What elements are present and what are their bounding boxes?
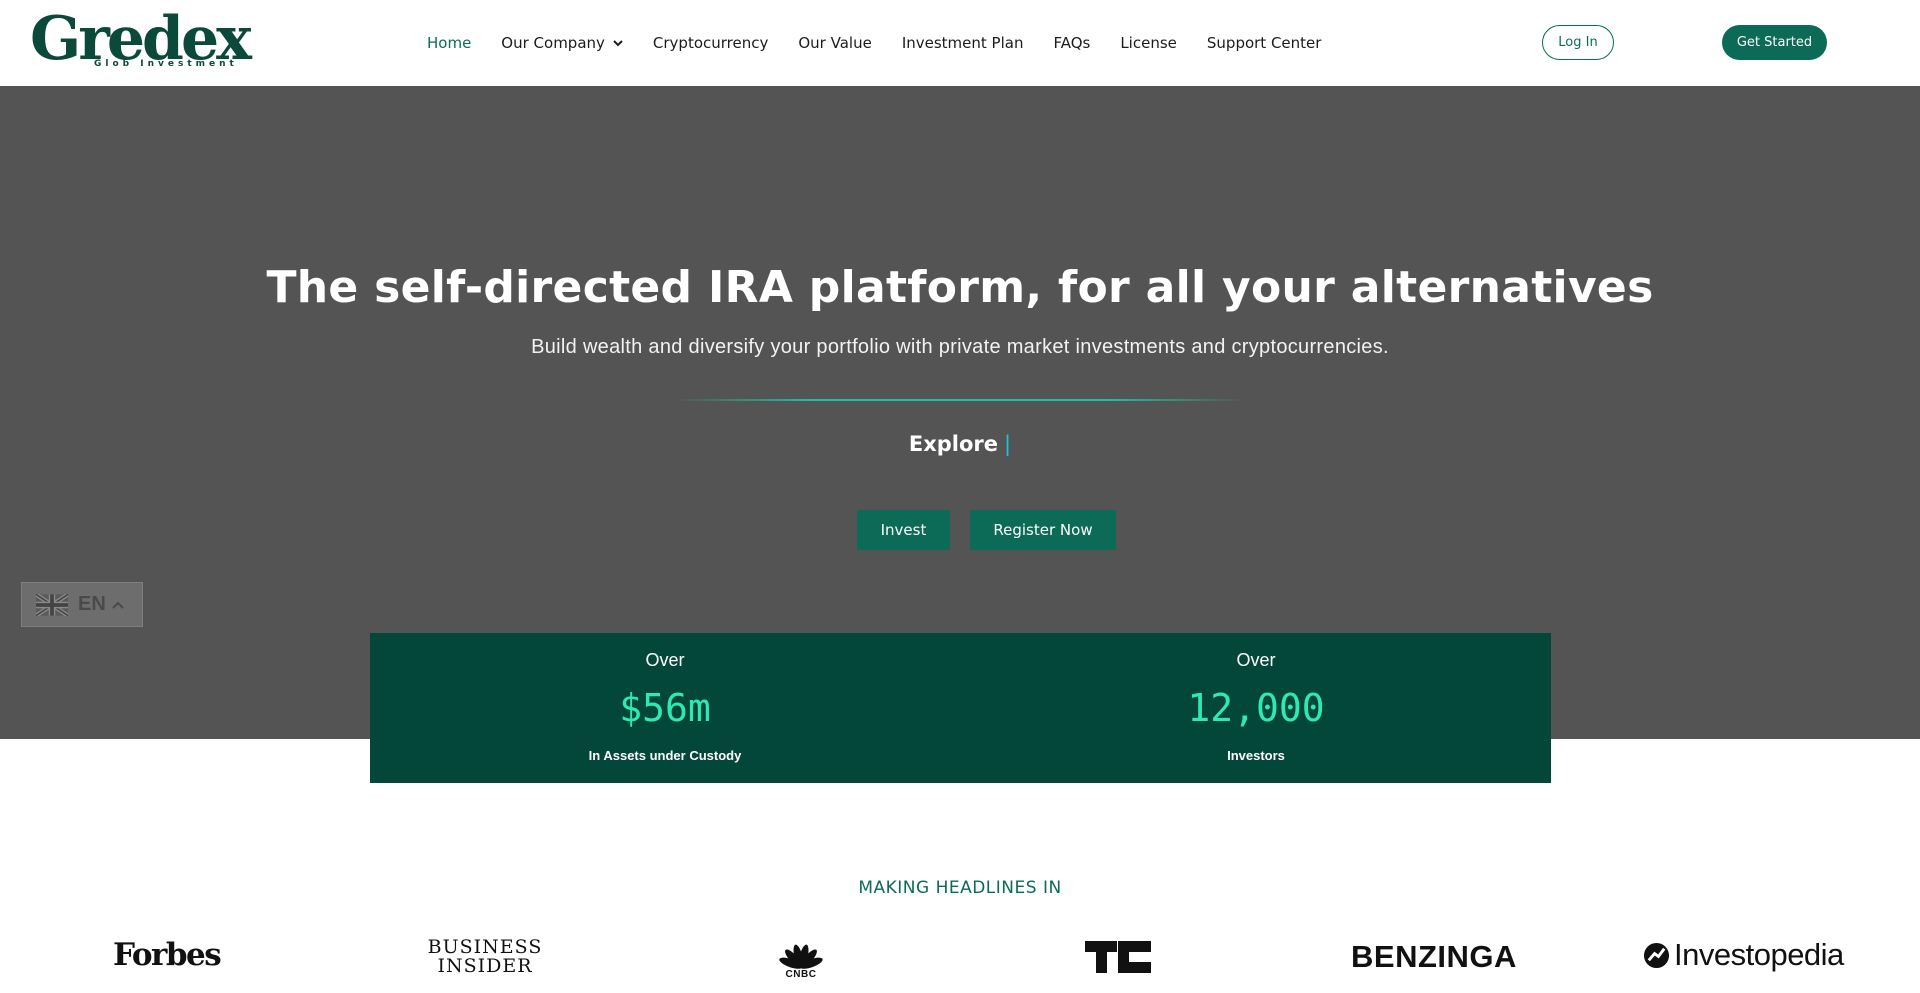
nav-label: Support Center bbox=[1206, 34, 1322, 52]
register-now-button[interactable]: Register Now bbox=[970, 510, 1116, 550]
nav-label: Our Value bbox=[798, 34, 872, 52]
stat-value: 12,000 bbox=[1187, 686, 1325, 730]
headlines-heading: MAKING HEADLINES IN bbox=[858, 878, 1062, 898]
gredex-logo[interactable]: Gredex Glob Investment bbox=[30, 6, 260, 76]
language-code: EN bbox=[78, 593, 106, 615]
explore-label: Explore bbox=[908, 432, 999, 456]
investopedia-wordmark: Investopedia bbox=[1674, 937, 1844, 972]
uk-flag-icon bbox=[36, 593, 68, 616]
stat-prefix: Over bbox=[645, 650, 685, 670]
techcrunch-logo bbox=[1085, 941, 1151, 973]
language-switcher[interactable]: EN bbox=[21, 582, 143, 627]
nav-label: License bbox=[1120, 34, 1177, 52]
stats-panel: Over $56m In Assets under Custody Over 1… bbox=[370, 633, 1551, 783]
forbes-logo: Forbes bbox=[113, 937, 222, 973]
nav-item-home[interactable]: Home bbox=[427, 34, 471, 52]
nav-item-our-company[interactable]: Our Company bbox=[501, 34, 623, 52]
hero-subtitle: Build wealth and diversify your portfoli… bbox=[531, 336, 1389, 358]
business-insider-logo: BUSINESS INSIDER bbox=[425, 938, 545, 976]
stat-label: In Assets under Custody bbox=[588, 748, 742, 763]
nav-label: Home bbox=[427, 34, 472, 52]
stat-label: Investors bbox=[1227, 748, 1285, 763]
get-started-button[interactable]: Get Started bbox=[1722, 25, 1827, 60]
logo-tagline: Glob Investment bbox=[94, 59, 238, 69]
investopedia-logo: Investopedia bbox=[1643, 935, 1844, 975]
explore-typing-text: Explore | bbox=[0, 432, 1920, 456]
nav-item-our-value[interactable]: Our Value bbox=[798, 34, 871, 52]
chevron-up-icon bbox=[112, 601, 124, 609]
invest-button[interactable]: Invest bbox=[857, 510, 950, 550]
press-logos: Forbes BUSINESS INSIDER CNBC BENZINGA In… bbox=[0, 935, 1920, 980]
nav-item-license[interactable]: License bbox=[1120, 34, 1177, 52]
login-button[interactable]: Log In bbox=[1542, 25, 1614, 60]
hero-title: The self-directed IRA platform, for all … bbox=[266, 262, 1654, 313]
nav-label: Investment Plan bbox=[901, 34, 1024, 52]
nav-label: Our Company bbox=[501, 34, 605, 52]
investopedia-icon bbox=[1643, 942, 1670, 968]
stat-assets: Over $56m In Assets under Custody bbox=[370, 633, 960, 783]
bi-line-2: INSIDER bbox=[437, 955, 533, 977]
hero-divider bbox=[672, 399, 1248, 401]
nav-item-support-center[interactable]: Support Center bbox=[1207, 34, 1322, 52]
site-header: Gredex Glob Investment Home Our Company … bbox=[0, 0, 1920, 86]
nav-label: Cryptocurrency bbox=[652, 34, 769, 52]
nav-item-investment-plan[interactable]: Investment Plan bbox=[902, 34, 1024, 52]
peacock-icon bbox=[779, 944, 823, 969]
cnbc-wordmark: CNBC bbox=[785, 969, 817, 980]
stat-investors: Over 12,000 Investors bbox=[961, 633, 1551, 783]
benzinga-logo: BENZINGA bbox=[1351, 939, 1517, 974]
stat-value: $56m bbox=[619, 686, 711, 730]
stat-prefix: Over bbox=[1236, 650, 1276, 670]
nav-label: FAQs bbox=[1053, 34, 1091, 52]
nav-item-faqs[interactable]: FAQs bbox=[1053, 34, 1090, 52]
main-nav: Home Our Company Cryptocurrency Our Valu… bbox=[427, 0, 1351, 86]
nav-item-cryptocurrency[interactable]: Cryptocurrency bbox=[653, 34, 768, 52]
typing-cursor: | bbox=[1004, 432, 1012, 456]
cnbc-logo: CNBC bbox=[776, 939, 826, 983]
chevron-down-icon bbox=[613, 40, 623, 47]
